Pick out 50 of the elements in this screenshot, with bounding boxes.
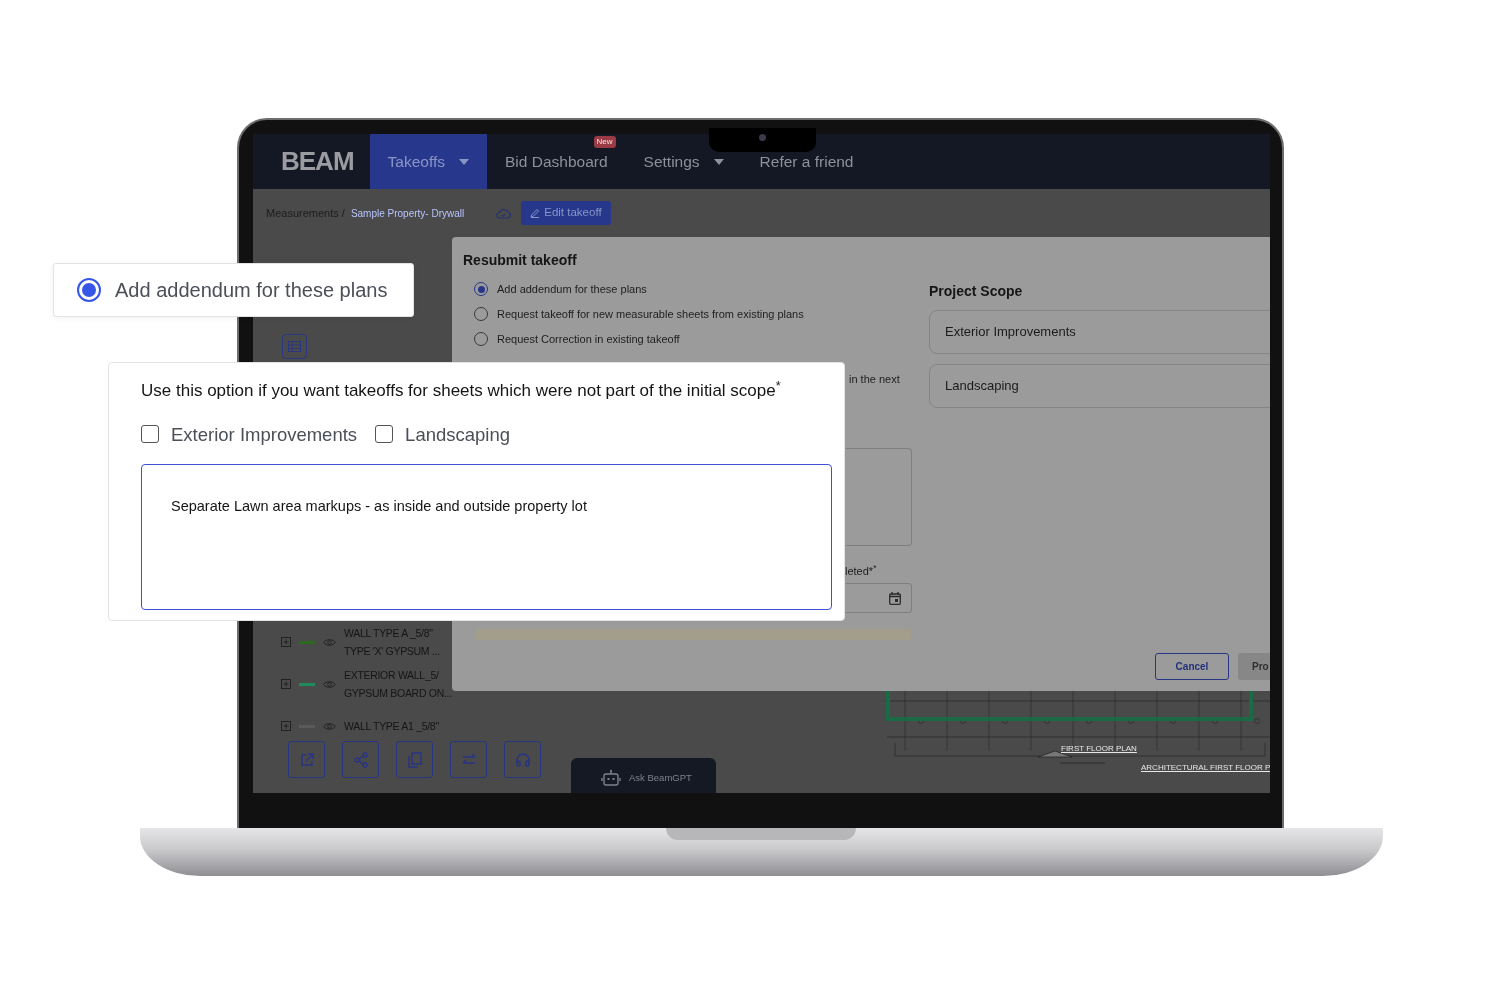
eye-icon[interactable] xyxy=(323,721,336,731)
nav-tab[interactable]: Refer a friend xyxy=(741,148,872,175)
nav-tab[interactable]: Takeoffs xyxy=(369,134,487,189)
robot-icon xyxy=(601,769,621,787)
section-title: Project Scope xyxy=(929,282,1023,301)
breadcrumb-current[interactable]: Sample Property- Drywall xyxy=(350,205,465,221)
cancel-button[interactable]: Cancel xyxy=(1155,653,1229,680)
date-field[interactable] xyxy=(846,583,912,613)
checkbox[interactable] xyxy=(375,425,394,444)
scope-option[interactable]: Exterior Improvements xyxy=(929,310,1270,354)
headset-icon xyxy=(513,750,532,769)
radio-option[interactable]: Request takeoff for new measurable sheets from existing plans xyxy=(474,306,804,322)
sheet-label: ARCHITECTURAL FIRST FLOOR P xyxy=(1141,762,1270,774)
scope-prompt: Use this option if you want takeoffs for sheets which were not part of the initial scope$^{*}$ xyxy=(141,378,782,402)
headset-button[interactable] xyxy=(504,741,541,778)
expand-icon[interactable] xyxy=(281,637,291,647)
field-label: leted*$^{*}$ xyxy=(845,563,877,579)
radio-option[interactable]: Request Correction in existing takeoff xyxy=(474,331,804,347)
share-button[interactable] xyxy=(342,741,379,778)
copy-icon xyxy=(405,750,424,769)
plan-title: FIRST FLOOR PLAN xyxy=(1061,743,1137,755)
calendar-icon xyxy=(889,591,901,605)
share-icon xyxy=(351,750,370,769)
checkbox-label: Exterior Improvements xyxy=(171,422,358,447)
radio-button[interactable] xyxy=(77,278,101,302)
modal-title: Resubmit takeoff xyxy=(463,251,577,270)
checkbox-label: Landscaping xyxy=(405,422,510,447)
text-area[interactable] xyxy=(846,448,912,546)
expand-icon[interactable] xyxy=(281,721,291,731)
notes-field[interactable]: Separate Lawn area markups - as inside and outside property lot xyxy=(141,464,832,611)
description-text: in the next xyxy=(849,372,900,387)
logo: BEAM xyxy=(281,145,354,178)
new-badge: New xyxy=(593,136,616,148)
eye-icon[interactable] xyxy=(323,679,336,689)
copy-button[interactable] xyxy=(396,741,433,778)
ask-beamgpt-button[interactable]: Ask BeamGPT xyxy=(571,758,716,793)
pencil-icon xyxy=(530,208,541,218)
nav-tab[interactable]: Settings xyxy=(625,148,742,175)
swap-button[interactable] xyxy=(450,741,487,778)
expand-icon[interactable] xyxy=(281,679,291,689)
option-label: Add addendum for these plans xyxy=(115,278,388,303)
scope-option[interactable]: Landscaping xyxy=(929,364,1270,408)
edit-takeoff-button[interactable]: Edit takeoff xyxy=(521,201,611,225)
table-icon[interactable] xyxy=(282,334,307,359)
eye-icon[interactable] xyxy=(323,637,336,647)
nav-tab[interactable]: Bid Dashboard xyxy=(487,148,626,175)
checkbox[interactable] xyxy=(141,425,159,444)
cloud-check-icon xyxy=(496,207,512,219)
radio-option[interactable]: Add addendum for these plans xyxy=(474,281,804,297)
open-external-button[interactable] xyxy=(288,741,325,778)
